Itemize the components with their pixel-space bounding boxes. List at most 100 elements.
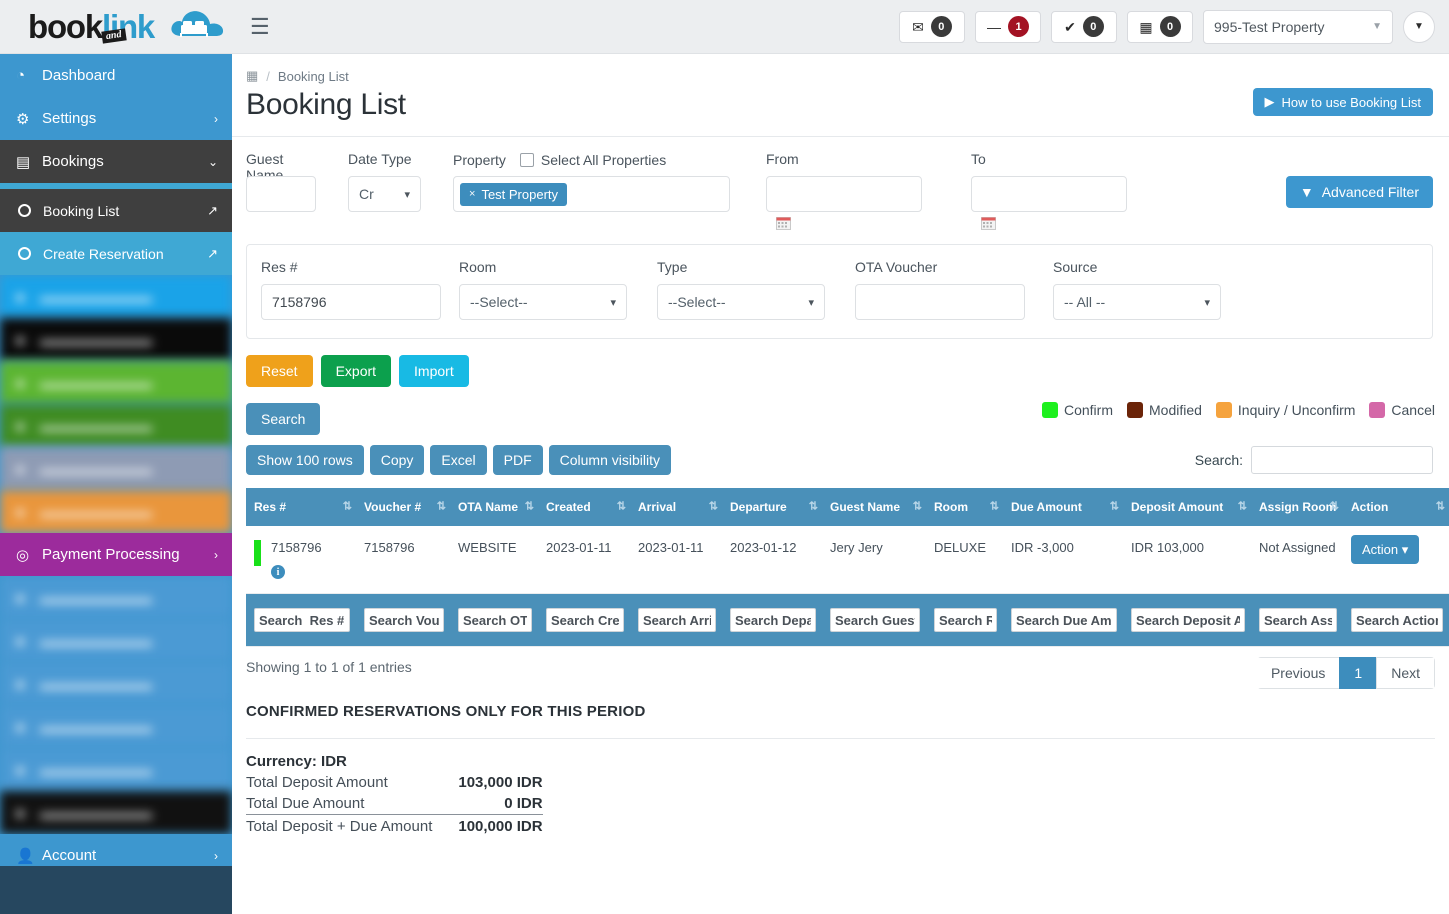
sidebar-item-blurred[interactable]: ■ ▬▬▬▬▬▬▬▬: [0, 662, 232, 705]
tasks-badge-button[interactable]: ✔ 0: [1051, 10, 1117, 43]
sidebar-item-dashboard[interactable]: ◔ Dashboard: [0, 54, 232, 97]
column-header-due-amount[interactable]: Due Amount ⇅: [1003, 488, 1123, 526]
column-visibility-button[interactable]: Column visibility: [548, 445, 671, 475]
column-header-arrival[interactable]: Arrival ⇅: [630, 488, 722, 526]
sort-icon[interactable]: ⇅: [437, 501, 446, 513]
sidebar-item-blurred[interactable]: ■ ▬▬▬▬▬▬▬▬: [0, 361, 232, 404]
row-action-button[interactable]: Action ▾: [1351, 535, 1420, 564]
column-search-departure[interactable]: [730, 608, 816, 632]
source-select[interactable]: -- All -- ▾: [1053, 284, 1221, 320]
column-header-created[interactable]: Created ⇅: [538, 488, 630, 526]
column-search-ota-name[interactable]: [458, 608, 532, 632]
ota-voucher-input[interactable]: [855, 284, 1025, 320]
property-tag-input[interactable]: × Test Property: [453, 176, 730, 212]
remove-tag-icon[interactable]: ×: [469, 188, 475, 200]
sort-icon[interactable]: ⇅: [809, 501, 818, 513]
sidebar-item-blurred[interactable]: ■ ▬▬▬▬▬▬▬▬: [0, 748, 232, 791]
select-all-properties-toggle[interactable]: Select All Properties: [519, 152, 666, 168]
column-search-action[interactable]: [1351, 608, 1443, 632]
column-search-arrival[interactable]: [638, 608, 716, 632]
sort-icon[interactable]: ⇅: [1110, 501, 1119, 513]
column-search-res-no[interactable]: [254, 608, 350, 632]
room-select[interactable]: --Select-- ▾: [459, 284, 627, 320]
show-rows-button[interactable]: Show 100 rows: [246, 445, 364, 475]
select-all-properties-checkbox[interactable]: [519, 153, 534, 167]
sidebar-item-blurred[interactable]: ■ ▬▬▬▬▬▬▬▬: [0, 275, 232, 318]
calendar-icon[interactable]: [776, 216, 791, 230]
sidebar-item-settings[interactable]: ⚙ Settings ›: [0, 97, 232, 140]
from-date-input[interactable]: [766, 176, 922, 212]
property-tag[interactable]: × Test Property: [460, 182, 568, 206]
column-search-assign-room[interactable]: [1259, 608, 1337, 632]
sort-icon[interactable]: ⇅: [1436, 501, 1445, 513]
advanced-filter-button[interactable]: ▼ Advanced Filter: [1285, 176, 1433, 208]
sidebar-item-blurred[interactable]: ■ ▬▬▬▬▬▬▬▬: [0, 404, 232, 447]
property-selector[interactable]: 995-Test Property ▼: [1203, 9, 1393, 44]
column-search-guest-name[interactable]: [830, 608, 920, 632]
info-icon[interactable]: i: [271, 565, 285, 579]
to-date-input[interactable]: [971, 176, 1127, 212]
reset-button[interactable]: Reset: [246, 355, 313, 387]
breadcrumb-current[interactable]: Booking List: [278, 69, 349, 84]
sort-icon[interactable]: ⇅: [617, 501, 626, 513]
menu-toggle-button[interactable]: ☰: [250, 15, 270, 38]
column-search-deposit-amount[interactable]: [1131, 608, 1245, 632]
column-header-assign-room[interactable]: Assign Room ⇅: [1251, 488, 1343, 526]
import-button[interactable]: Import: [399, 355, 469, 387]
sidebar-item-booking-list[interactable]: Booking List ↗: [0, 189, 232, 232]
pdf-button[interactable]: PDF: [492, 445, 543, 475]
sidebar-item-create-reservation[interactable]: Create Reservation ↗: [0, 232, 232, 275]
table-row[interactable]: 7158796 i 7158796 WEBSITE 2023-01-11 202…: [246, 526, 1449, 594]
search-button[interactable]: Search: [246, 403, 321, 435]
how-to-use-button[interactable]: ▶ How to use Booking List: [1252, 88, 1433, 116]
column-header-res-no[interactable]: Res # ⇅: [246, 488, 356, 526]
sidebar-item-bookings[interactable]: ▤ Bookings ⌄: [0, 140, 232, 183]
column-header-guest-name[interactable]: Guest Name ⇅: [822, 488, 926, 526]
messages-badge-button[interactable]: ✉ 0: [899, 10, 965, 43]
sidebar-item-blurred[interactable]: ■ ▬▬▬▬▬▬▬▬: [0, 619, 232, 662]
sidebar-item-blurred[interactable]: ■ ▬▬▬▬▬▬▬▬: [0, 791, 232, 834]
column-search-due-amount[interactable]: [1011, 608, 1117, 632]
sort-icon[interactable]: ⇅: [1238, 501, 1247, 513]
column-header-deposit-amount[interactable]: Deposit Amount ⇅: [1123, 488, 1251, 526]
sidebar-item-blurred[interactable]: ■ ▬▬▬▬▬▬▬▬: [0, 576, 232, 619]
pagination-page-1[interactable]: 1: [1339, 657, 1378, 689]
pagination-previous[interactable]: Previous: [1256, 657, 1341, 689]
type-select[interactable]: --Select-- ▾: [657, 284, 825, 320]
external-link-icon[interactable]: ↗: [207, 203, 218, 219]
calendar-badge-button[interactable]: ▦ 0: [1127, 10, 1193, 43]
app-logo[interactable]: booklink and: [0, 0, 232, 54]
column-header-departure[interactable]: Departure ⇅: [722, 488, 822, 526]
calendar-icon[interactable]: [981, 216, 996, 230]
column-header-voucher-no[interactable]: Voucher # ⇅: [356, 488, 450, 526]
column-search-created[interactable]: [546, 608, 624, 632]
sidebar-item-blurred[interactable]: ■ ▬▬▬▬▬▬▬▬: [0, 318, 232, 361]
sidebar-item-blurred[interactable]: ■ ▬▬▬▬▬▬▬▬: [0, 705, 232, 748]
guest-name-input[interactable]: [246, 176, 316, 212]
excel-button[interactable]: Excel: [430, 445, 487, 475]
res-no-input[interactable]: [261, 284, 441, 320]
sort-icon[interactable]: ⇅: [990, 501, 999, 513]
export-button[interactable]: Export: [320, 355, 392, 387]
sort-icon[interactable]: ⇅: [913, 501, 922, 513]
sort-icon[interactable]: ⇅: [525, 501, 534, 513]
sidebar-item-blurred[interactable]: ■ ▬▬▬▬▬▬▬▬: [0, 490, 232, 533]
sidebar-item-payment-processing[interactable]: ◎ Payment Processing ›: [0, 533, 232, 576]
user-menu-button[interactable]: ▼: [1403, 10, 1435, 43]
datatable-search-input[interactable]: [1251, 446, 1433, 474]
external-link-icon[interactable]: ↗: [207, 246, 218, 262]
column-search-room[interactable]: [934, 608, 997, 632]
column-search-voucher-no[interactable]: [364, 608, 444, 632]
alerts-badge-button[interactable]: — 1: [975, 10, 1041, 43]
sort-icon[interactable]: ⇅: [1330, 501, 1339, 513]
column-header-room[interactable]: Room ⇅: [926, 488, 1003, 526]
date-type-select[interactable]: Cr ▾: [348, 176, 421, 212]
pagination-next[interactable]: Next: [1376, 657, 1435, 689]
copy-button[interactable]: Copy: [369, 445, 425, 475]
sort-icon[interactable]: ⇅: [343, 501, 352, 513]
column-header-action[interactable]: Action ⇅: [1343, 488, 1449, 526]
column-header-ota-name[interactable]: OTA Name ⇅: [450, 488, 538, 526]
sort-icon[interactable]: ⇅: [709, 501, 718, 513]
sidebar-item-blurred[interactable]: ■ ▬▬▬▬▬▬▬▬: [0, 447, 232, 490]
cell-assign-room[interactable]: Not Assigned: [1251, 526, 1343, 594]
